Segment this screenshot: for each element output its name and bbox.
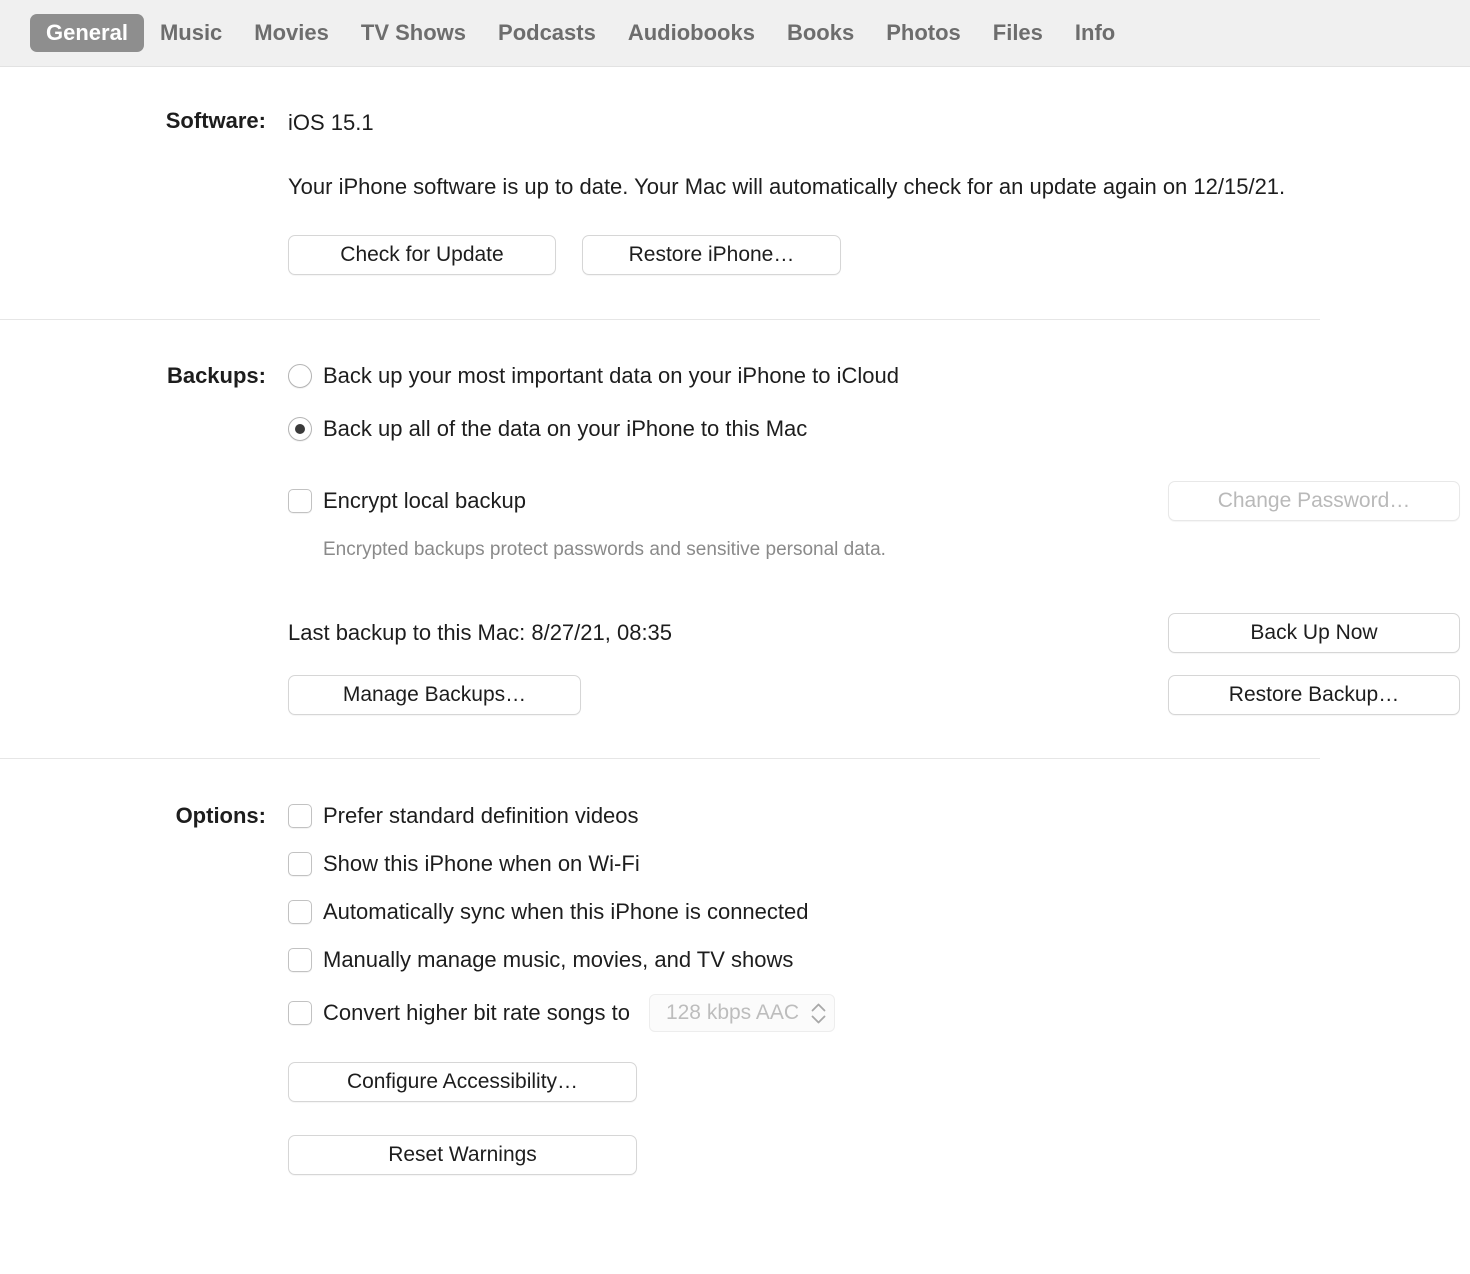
software-section: Software: iOS 15.1 Your iPhone software … — [0, 108, 1470, 275]
backup-icloud-label: Back up your most important data on your… — [323, 363, 899, 388]
option-prefer-sd-videos[interactable]: Prefer standard definition videos — [288, 802, 1470, 830]
tab-books[interactable]: Books — [771, 14, 870, 52]
checkbox-show-iphone-wifi-icon[interactable] — [288, 852, 312, 876]
option-convert-bitrate-label: Convert higher bit rate songs to — [323, 1000, 630, 1025]
manage-backups-button[interactable]: Manage Backups… — [288, 675, 581, 715]
radio-mac-icon[interactable] — [288, 417, 312, 441]
chevron-up-down-icon — [811, 1003, 826, 1024]
backup-icloud-option[interactable]: Back up your most important data on your… — [288, 362, 1470, 390]
last-backup-text: Last backup to this Mac: 8/27/21, 08:35 — [288, 620, 673, 645]
software-status-text: Your iPhone software is up to date. Your… — [288, 174, 1286, 199]
bitrate-popup-button[interactable]: 128 kbps AAC — [648, 994, 836, 1032]
restore-iphone-button[interactable]: Restore iPhone… — [582, 235, 841, 275]
option-convert-bitrate[interactable]: Convert higher bit rate songs to 128 kbp… — [288, 994, 1470, 1032]
encrypt-local-backup-label: Encrypt local backup — [323, 488, 526, 513]
option-manually-manage-label: Manually manage music, movies, and TV sh… — [323, 947, 794, 972]
reset-warnings-button[interactable]: Reset Warnings — [288, 1135, 637, 1175]
option-auto-sync[interactable]: Automatically sync when this iPhone is c… — [288, 898, 1470, 926]
radio-icloud-icon[interactable] — [288, 364, 312, 388]
encrypt-hint-text: Encrypted backups protect passwords and … — [323, 539, 886, 560]
tab-bar: General Music Movies TV Shows Podcasts A… — [0, 0, 1470, 67]
checkbox-encrypt-icon[interactable] — [288, 489, 312, 513]
option-show-iphone-wifi[interactable]: Show this iPhone when on Wi-Fi — [288, 850, 1470, 878]
backup-mac-label: Back up all of the data on your iPhone t… — [323, 416, 808, 441]
backup-mac-option[interactable]: Back up all of the data on your iPhone t… — [288, 415, 1470, 443]
check-for-update-button[interactable]: Check for Update — [288, 235, 556, 275]
tab-music[interactable]: Music — [144, 14, 238, 52]
tab-files[interactable]: Files — [977, 14, 1059, 52]
bitrate-popup-value: 128 kbps AAC — [665, 1001, 800, 1024]
option-manually-manage[interactable]: Manually manage music, movies, and TV sh… — [288, 946, 1470, 974]
tab-audiobooks[interactable]: Audiobooks — [612, 14, 771, 52]
checkbox-manually-manage-icon[interactable] — [288, 948, 312, 972]
software-label: Software: — [165, 108, 266, 133]
option-show-iphone-wifi-label: Show this iPhone when on Wi-Fi — [323, 851, 640, 876]
tab-podcasts[interactable]: Podcasts — [482, 14, 612, 52]
configure-accessibility-button[interactable]: Configure Accessibility… — [288, 1062, 637, 1102]
checkbox-auto-sync-icon[interactable] — [288, 900, 312, 924]
options-label: Options: — [175, 803, 266, 828]
option-auto-sync-label: Automatically sync when this iPhone is c… — [323, 899, 809, 924]
back-up-now-button[interactable]: Back Up Now — [1168, 613, 1460, 653]
tab-info[interactable]: Info — [1059, 14, 1131, 52]
general-pane: Software: iOS 15.1 Your iPhone software … — [0, 108, 1470, 1175]
option-prefer-sd-videos-label: Prefer standard definition videos — [323, 803, 639, 828]
tab-general[interactable]: General — [30, 14, 144, 52]
encrypt-local-backup-option[interactable]: Encrypt local backup — [288, 487, 526, 515]
tab-movies[interactable]: Movies — [238, 14, 345, 52]
divider-backups-options — [0, 758, 1320, 759]
tab-tv-shows[interactable]: TV Shows — [345, 14, 482, 52]
divider-software-backups — [0, 319, 1320, 320]
software-version: iOS 15.1 — [288, 110, 374, 135]
backups-label: Backups: — [166, 363, 266, 388]
options-section: Options: Prefer standard definition vide… — [0, 802, 1470, 1175]
checkbox-prefer-sd-videos-icon[interactable] — [288, 804, 312, 828]
change-password-button[interactable]: Change Password… — [1168, 481, 1460, 521]
backups-section: Backups: Back up your most important dat… — [0, 362, 1470, 715]
restore-backup-button[interactable]: Restore Backup… — [1168, 675, 1460, 715]
checkbox-convert-bitrate-icon[interactable] — [288, 1001, 312, 1025]
tab-photos[interactable]: Photos — [870, 14, 977, 52]
